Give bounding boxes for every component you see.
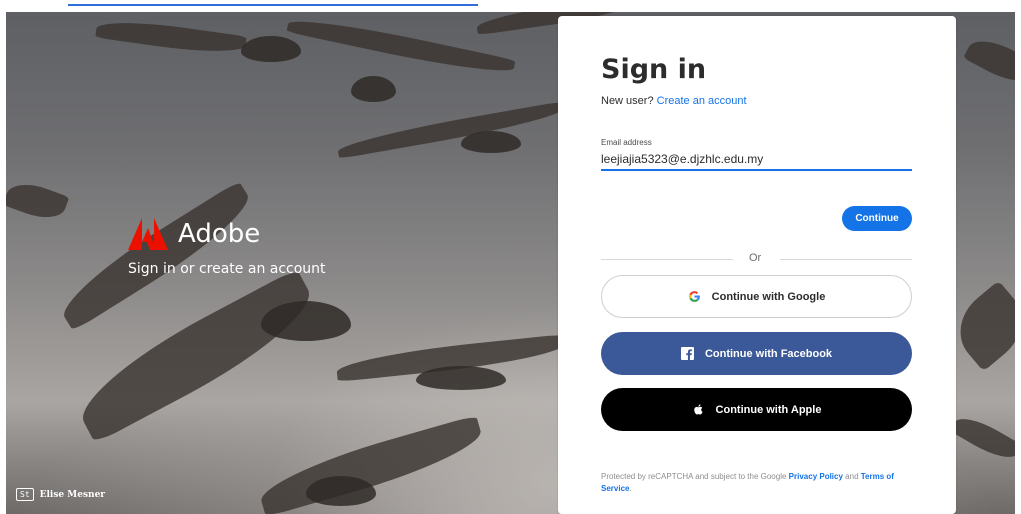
bird-silhouette — [416, 366, 506, 390]
stock-badge-icon: St — [16, 488, 34, 501]
google-button-label: Continue with Google — [711, 290, 826, 303]
adobe-logo-icon — [128, 218, 168, 250]
page-title: Sign in — [601, 54, 707, 85]
bird-silhouette — [95, 15, 247, 59]
cut-off-link[interactable] — [68, 0, 478, 6]
email-field[interactable] — [601, 149, 912, 171]
or-divider: Or — [601, 252, 912, 266]
top-strip — [0, 0, 1021, 12]
facebook-button-label: Continue with Facebook — [704, 347, 833, 360]
bird-silhouette — [261, 301, 351, 341]
divider-line — [601, 259, 733, 260]
bird-silhouette — [944, 280, 1021, 372]
bird-silhouette — [336, 101, 566, 159]
email-label: Email address — [601, 138, 652, 147]
bird-silhouette — [286, 12, 516, 80]
bird-silhouette — [461, 131, 521, 153]
recaptcha-notice: Protected by reCAPTCHA and subject to th… — [601, 471, 912, 495]
create-account-link[interactable]: Create an account — [657, 95, 747, 107]
page-edge — [1015, 0, 1021, 514]
privacy-policy-link[interactable]: Privacy Policy — [789, 472, 843, 481]
apple-logo-icon — [692, 403, 706, 417]
new-user-row: New user? Create an account — [601, 95, 747, 107]
new-user-prefix: New user? — [601, 95, 654, 107]
brand-name: Adobe — [178, 219, 261, 249]
photo-credit[interactable]: St Elise Mesner — [16, 488, 105, 501]
continue-with-google-button[interactable]: Continue with Google — [601, 275, 912, 318]
google-g-icon — [688, 290, 702, 304]
continue-button[interactable]: Continue — [842, 206, 912, 231]
signin-card: Sign in New user? Create an account Emai… — [558, 16, 956, 514]
legal-suffix: . — [629, 484, 632, 493]
bird-silhouette — [949, 410, 1021, 466]
brand-tagline: Sign in or create an account — [128, 261, 326, 277]
photographer-name: Elise Mesner — [39, 489, 106, 500]
or-label: Or — [749, 252, 762, 264]
bird-silhouette — [6, 176, 70, 226]
facebook-f-icon — [681, 347, 695, 361]
legal-and: and — [845, 472, 859, 481]
bird-silhouette — [351, 76, 396, 102]
divider-line — [780, 259, 912, 260]
bird-silhouette — [306, 476, 376, 506]
bird-silhouette — [241, 36, 301, 62]
brand-lockup: Adobe — [128, 218, 260, 250]
bird-silhouette — [963, 31, 1021, 91]
legal-prefix: Protected by reCAPTCHA and subject to th… — [601, 472, 787, 481]
apple-button-label: Continue with Apple — [715, 403, 822, 416]
continue-with-apple-button[interactable]: Continue with Apple — [601, 388, 912, 431]
continue-with-facebook-button[interactable]: Continue with Facebook — [601, 332, 912, 375]
